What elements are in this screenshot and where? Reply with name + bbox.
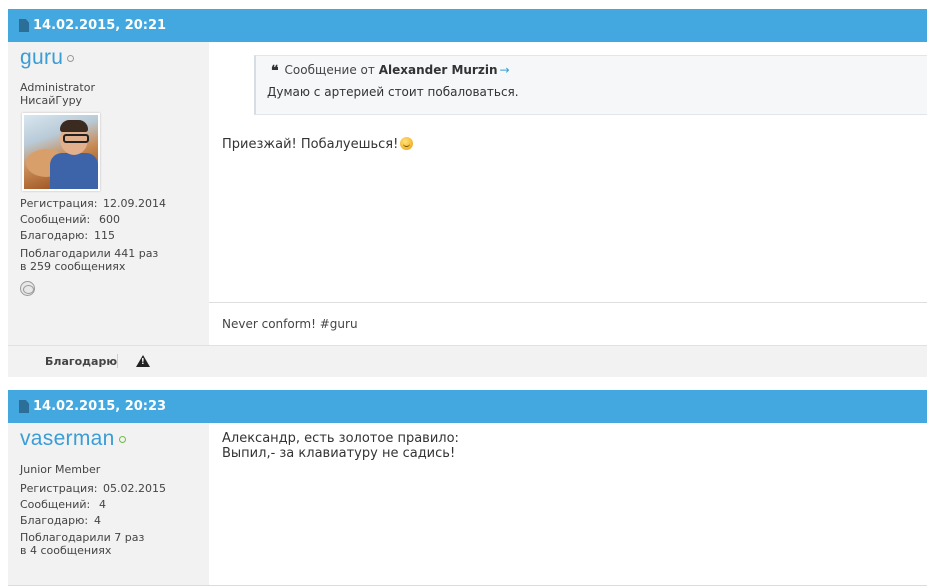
user-title: Administrator [20, 81, 95, 94]
report-warning-icon[interactable] [136, 355, 150, 367]
post-footer: Благодарю [8, 345, 927, 377]
user-sidebar: vaserman Junior Member Регистрация: 05.02… [8, 423, 209, 585]
post-date: 14.02.2015, 20:23 [33, 399, 167, 414]
thanked-posts: в 259 сообщениях [20, 260, 126, 273]
thank-button[interactable]: Благодарю [45, 355, 117, 368]
signature-area: Never conform! #guru [209, 302, 927, 345]
username-link[interactable]: guru [20, 46, 75, 70]
view-post-arrow-icon[interactable]: → [500, 63, 510, 77]
reg-label: Регистрация: [20, 197, 98, 210]
username[interactable]: guru [20, 46, 63, 69]
post: 14.02.2015, 20:23 vaserman Junior Member… [8, 390, 927, 586]
quote-text: Думаю с артерией стоит побаловаться. [267, 85, 519, 99]
smile-icon [400, 137, 414, 150]
post-header: 14.02.2015, 20:21 [8, 9, 927, 42]
post-body: vaserman Junior Member Регистрация: 05.02… [8, 423, 927, 586]
message-text: Александр, есть золотое правило: Выпил,-… [222, 431, 459, 461]
post-header: 14.02.2015, 20:23 [8, 390, 927, 423]
user-stats: Регистрация: 12.09.2014 Сообщений: 600 Бла… [20, 196, 166, 244]
reg-value: 12.09.2014 [103, 197, 166, 210]
thanks-label: Благодарю: [20, 229, 89, 242]
document-icon [19, 19, 29, 32]
signature: Never conform! #guru [222, 317, 358, 331]
post-body: guru Administrator НисайГуру Регистрация… [8, 42, 927, 377]
messages-value: 4 [99, 498, 106, 511]
post: 14.02.2015, 20:21 guru Administrator Нис… [8, 9, 927, 377]
thanks-value: 115 [94, 229, 115, 242]
user-sidebar: guru Administrator НисайГуру Регистрация… [8, 42, 209, 345]
post-date: 14.02.2015, 20:21 [33, 18, 167, 33]
messages-label: Сообщений: [20, 498, 91, 511]
quote-author: Alexander Murzin [378, 63, 498, 77]
username[interactable]: vaserman [20, 427, 115, 450]
username-link[interactable]: vaserman [20, 427, 126, 451]
thanked-count: Поблагодарили 7 раз [20, 531, 145, 544]
message-line: Выпил,- за клавиатуру не садись! [222, 446, 456, 461]
quote-header: ❝ Сообщение от Alexander Murzin → [271, 63, 510, 79]
globe-icon[interactable] [20, 281, 35, 296]
message-line: Александр, есть золотое правило: [222, 431, 459, 446]
thanked-posts: в 4 сообщениях [20, 544, 112, 557]
user-title: Junior Member [20, 463, 101, 476]
user-custom-title: НисайГуру [20, 94, 83, 107]
document-icon [19, 400, 29, 413]
reg-value: 05.02.2015 [103, 482, 166, 495]
thanked-count: Поблагодарили 441 раз [20, 247, 159, 260]
messages-value: 600 [99, 213, 120, 226]
quote-prefix: Сообщение от [284, 63, 375, 77]
message-line: Приезжай! Побалуешься! [222, 137, 399, 152]
avatar[interactable] [22, 113, 100, 191]
messages-label: Сообщений: [20, 213, 91, 226]
thanks-value: 4 [94, 514, 101, 527]
quote-icon: ❝ [271, 63, 279, 79]
thanks-label: Благодарю: [20, 514, 89, 527]
reg-label: Регистрация: [20, 482, 98, 495]
user-stats: Регистрация: 05.02.2015 Сообщений: 4 Благо… [20, 481, 166, 529]
quote-block: ❝ Сообщение от Alexander Murzin → Думаю с … [254, 55, 927, 115]
divider [117, 354, 118, 368]
message-text: Приезжай! Побалуешься! [222, 137, 414, 152]
offline-status-icon [67, 55, 75, 62]
online-status-icon [118, 436, 126, 443]
